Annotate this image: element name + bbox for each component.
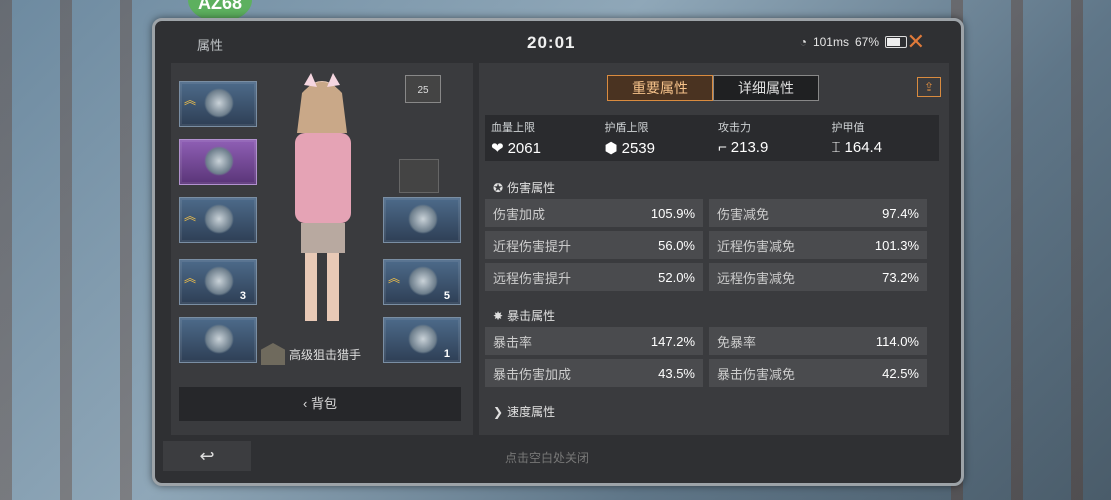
stat-row: 近程伤害减免 101.3% (709, 231, 927, 259)
character-avatar (295, 73, 351, 321)
battery-percent: 67% (854, 35, 879, 49)
class-name: 高级狙击猎手 (289, 347, 362, 362)
equip-slot-weapon-1[interactable]: ︽ 3 (179, 259, 257, 305)
backpack-item-icon (204, 146, 234, 176)
rank-chevron-icon: ︽ (184, 271, 197, 285)
stat-row: 伤害减免 97.4% (709, 199, 927, 227)
status-bar: ◔ 101ms 67% (800, 35, 907, 49)
back-icon: ↩ (199, 446, 215, 466)
class-label: 高级狙击猎手 (261, 343, 361, 365)
attribute-tabs: 重要属性 详细属性 (607, 75, 819, 101)
stat-value: 2539 (621, 139, 655, 157)
heart-icon: ❤ (491, 140, 504, 157)
armor-icon: ⌶ (831, 139, 841, 156)
stat-label: 血量上限 (491, 122, 535, 134)
top-bar: 属性 20:01 ◔ 101ms 67% ✕ (155, 21, 961, 61)
background-right (951, 0, 1111, 500)
attributes-area: 重要属性 详细属性 ⇪ 血量上限 ❤ 2061 护盾上限 ⬢ 2539 攻击力 ⌐ 2… (479, 63, 949, 435)
slot-count: 5 (443, 290, 450, 302)
tab-detailed[interactable]: 详细属性 (713, 75, 819, 101)
share-icon[interactable]: ⇪ (917, 77, 941, 97)
rank-chevron-icon: ︽ (388, 271, 401, 285)
helmet-icon (204, 88, 234, 118)
damage-icon: ✪ (493, 180, 504, 195)
stat-row: 远程伤害减免 73.2% (709, 263, 927, 291)
stat-row: 近程伤害提升 56.0% (485, 231, 703, 259)
section-title-crit: ✸ 暴击属性 (493, 308, 556, 324)
character-equipment: ︽ ︽ ︽ 3 ︽ 5 1 25 高级狙击猎手 ‹ 背包 (171, 63, 473, 435)
stat-row: 暴击伤害加成 43.5% (485, 359, 703, 387)
wifi-icon: ◔ (799, 35, 807, 49)
slot-count: 1 (443, 348, 450, 360)
rank-chevron-icon: ︽ (184, 209, 197, 223)
equip-slot-module[interactable]: ︽ 5 (383, 259, 461, 305)
close-hint: 点击空白处关闭 (505, 451, 590, 465)
tab-important[interactable]: 重要属性 (607, 75, 713, 101)
stat-shield: 护盾上限 ⬢ 2539 (599, 115, 713, 161)
equip-slot-backpack[interactable] (179, 139, 257, 185)
stat-attack: 攻击力 ⌐ 213.9 (712, 115, 826, 161)
stat-label: 护盾上限 (604, 122, 649, 134)
primary-stats: 血量上限 ❤ 2061 护盾上限 ⬢ 2539 攻击力 ⌐ 213.9 护甲值 ⌶ 16… (485, 115, 939, 161)
shield-icon: ⬢ (604, 140, 618, 157)
background-left (0, 0, 150, 500)
attributes-panel: 属性 20:01 ◔ 101ms 67% ✕ ︽ ︽ ︽ 3 ︽ 5 1 25 … (152, 18, 964, 486)
level-badge: 25 (405, 75, 441, 103)
stat-row: 远程伤害提升 52.0% (485, 263, 703, 291)
armor-icon (204, 204, 234, 234)
slot-count: 3 (239, 290, 246, 302)
clock: 20:01 (527, 33, 576, 52)
close-icon[interactable]: ✕ (907, 29, 925, 55)
stat-row: 伤害加成 105.9% (485, 199, 703, 227)
panel-title: 属性 (197, 38, 224, 53)
speed-icon: ❯ (493, 404, 504, 419)
gun-icon: ⌐ (718, 139, 727, 156)
network-latency: 101ms (812, 35, 849, 49)
backpack-button[interactable]: ‹ 背包 (179, 387, 461, 421)
equip-slot-weapon-2[interactable] (179, 317, 257, 363)
weapon-icon (204, 266, 234, 296)
equip-slot-armor[interactable]: ︽ (179, 197, 257, 243)
class-badge-icon (261, 343, 285, 365)
rank-chevron-icon: ︽ (184, 93, 197, 107)
stat-label: 攻击力 (718, 122, 751, 134)
weapon-icon (204, 324, 234, 354)
stat-label: 护甲值 (831, 122, 865, 134)
equip-slot-helmet[interactable]: ︽ (179, 81, 257, 127)
stat-value: 2061 (507, 139, 541, 157)
accessory-slot[interactable] (399, 159, 439, 193)
back-button[interactable]: ↩ (163, 441, 251, 471)
chevron-left-icon: ‹ (303, 396, 311, 411)
module-icon (408, 266, 438, 296)
section-title-speed: ❯ 速度属性 (493, 404, 556, 420)
crit-stats-grid: 暴击率 147.2% 免暴率 114.0% 暴击伤害加成 43.5% 暴击伤害减免 42… (485, 327, 927, 387)
pet-icon (408, 324, 438, 354)
equip-slot-pet[interactable]: 1 (383, 317, 461, 363)
stat-row: 暴击率 147.2% (485, 327, 703, 355)
battery-icon (885, 36, 907, 48)
crit-icon: ✸ (493, 308, 504, 323)
ring-icon (408, 204, 438, 234)
backpack-label: 背包 (310, 396, 337, 411)
stat-value: 164.4 (844, 139, 883, 156)
stat-value: 213.9 (730, 139, 769, 156)
damage-stats-grid: 伤害加成 105.9% 伤害减免 97.4% 近程伤害提升 56.0% 近程伤害减免 1… (485, 199, 927, 291)
stat-hp: 血量上限 ❤ 2061 (485, 115, 599, 161)
stat-row: 暴击伤害减免 42.5% (709, 359, 927, 387)
stat-armor: 护甲值 ⌶ 164.4 (826, 115, 940, 161)
stat-row: 免暴率 114.0% (709, 327, 927, 355)
section-title-damage: ✪ 伤害属性 (493, 180, 556, 196)
equip-slot-ring[interactable] (383, 197, 461, 243)
